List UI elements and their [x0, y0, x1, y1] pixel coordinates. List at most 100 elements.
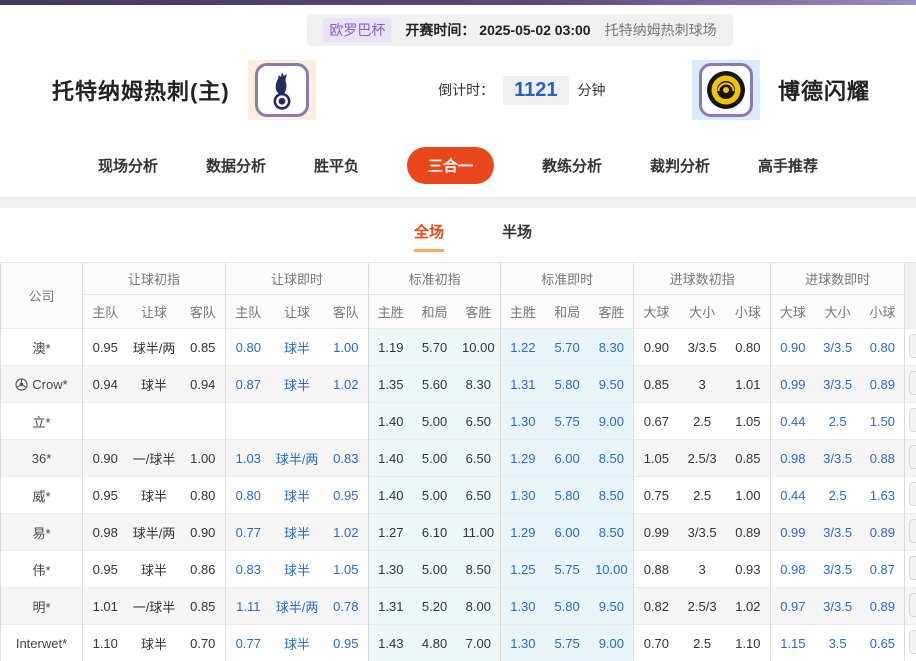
odds-cell-standard-live: 1.30	[501, 477, 545, 514]
cutoff-action-button[interactable]	[909, 408, 916, 432]
odds-row: Interwet*1.10球半0.700.77球半0.951.434.807.0…	[1, 625, 916, 661]
odds-cell-goals-initial: 1.00	[726, 477, 771, 514]
tab-three-in-one[interactable]: 三合一	[407, 147, 494, 184]
odds-row: 伟*0.95球半0.860.83球半1.051.305.008.501.255.…	[1, 551, 916, 588]
cutoff-action-cell[interactable]	[905, 329, 916, 366]
odds-cell-handicap-live: 1.03	[226, 440, 271, 477]
cutoff-action-cell[interactable]	[905, 551, 916, 588]
cutoff-action-cell[interactable]	[905, 514, 916, 551]
odds-cell-standard-live: 5.75	[545, 551, 590, 588]
odds-cell-goals-live: 0.88	[861, 440, 905, 477]
company-cell[interactable]: Interwet*	[1, 625, 83, 661]
odds-cell-goals-live: 2.5	[815, 403, 861, 440]
tab-data-analysis[interactable]: 数据分析	[206, 155, 266, 176]
subtab-half-time[interactable]: 半场	[502, 221, 532, 252]
odds-cell-goals-live: 3/3.5	[815, 440, 861, 477]
countdown: 倒计时： 1121 分钟	[438, 76, 605, 105]
odds-cell-handicap-initial: 0.95	[83, 477, 128, 514]
countdown-value: 1121	[503, 76, 568, 105]
cutoff-action-button[interactable]	[909, 445, 916, 469]
odds-cell-handicap-initial: 球半/两	[128, 329, 181, 366]
tab-win-draw-lose[interactable]: 胜平负	[314, 155, 359, 176]
subcol-header-goals-live-0: 大球	[771, 295, 815, 329]
odds-cell-standard-live: 10.00	[590, 551, 634, 588]
subcol-header-handicap-live-2: 客队	[324, 295, 369, 329]
company-cell[interactable]: 明*	[1, 588, 83, 625]
odds-cell-standard-live: 9.50	[590, 588, 634, 625]
odds-cell-handicap-live: 0.83	[324, 440, 369, 477]
odds-cell-standard-live: 1.30	[501, 588, 545, 625]
cutoff-action-cell[interactable]	[905, 477, 916, 514]
odds-cell-standard-initial: 6.50	[457, 403, 501, 440]
group-header-standard-initial: 标准初指	[369, 263, 501, 295]
cutoff-action-button[interactable]	[909, 482, 916, 506]
cutoff-action-cell[interactable]	[905, 366, 916, 403]
company-cell[interactable]: 易*	[1, 514, 83, 551]
odds-cell-standard-live: 8.50	[590, 477, 634, 514]
cutoff-action-button[interactable]	[909, 593, 916, 617]
cutoff-action-cell[interactable]	[905, 588, 916, 625]
odds-cell-goals-initial: 0.85	[726, 440, 771, 477]
odds-row: 36*0.90一/球半1.001.03球半/两0.831.405.006.501…	[1, 440, 916, 477]
away-team-name: 博德闪耀	[778, 74, 870, 106]
odds-cell-handicap-live: 0.80	[226, 477, 271, 514]
company-cell[interactable]: 立*	[1, 403, 83, 440]
subcol-header-standard-initial-0: 主胜	[369, 295, 413, 329]
odds-cell-standard-initial: 6.10	[413, 514, 457, 551]
odds-cell-handicap-initial: 0.85	[181, 588, 226, 625]
company-name: 明*	[32, 597, 50, 616]
cutoff-action-button[interactable]	[909, 371, 916, 395]
odds-cell-standard-initial: 7.00	[457, 625, 501, 661]
cutoff-action-button[interactable]	[909, 630, 916, 654]
match-info-pill: 欧罗巴杯 开赛时间： 2025-05-02 03:00 托特纳姆热刺球场	[307, 14, 732, 46]
odds-cell-goals-initial: 2.5	[679, 625, 726, 661]
odds-cell-handicap-live: 1.05	[324, 551, 369, 588]
subcol-header-standard-live-0: 主胜	[501, 295, 545, 329]
company-cell[interactable]: 36*	[1, 440, 83, 477]
odds-cell-handicap-initial	[128, 403, 181, 440]
odds-cell-standard-initial: 1.40	[369, 477, 413, 514]
odds-cell-standard-initial: 5.20	[413, 588, 457, 625]
tab-coach-analysis[interactable]: 教练分析	[542, 155, 602, 176]
odds-cell-goals-live: 0.90	[771, 329, 815, 366]
odds-cell-handicap-initial: 1.01	[83, 588, 128, 625]
odds-cell-handicap-initial: 球半	[128, 477, 181, 514]
odds-cell-standard-initial: 5.00	[413, 403, 457, 440]
cutoff-action-button[interactable]	[909, 556, 916, 580]
company-cell[interactable]: 威*	[1, 477, 83, 514]
odds-cell-handicap-initial: 0.98	[83, 514, 128, 551]
company-name: 立*	[32, 412, 50, 431]
odds-cell-goals-live: 3/3.5	[815, 366, 861, 403]
odds-cell-standard-live: 5.75	[545, 625, 590, 661]
odds-cell-handicap-initial: 0.86	[181, 551, 226, 588]
odds-cell-standard-initial: 1.35	[369, 366, 413, 403]
odds-cell-goals-live: 0.98	[771, 440, 815, 477]
cutoff-action-cell[interactable]	[905, 403, 916, 440]
odds-cell-goals-live: 0.97	[771, 588, 815, 625]
tottenham-cockerel-icon	[267, 69, 297, 111]
group-header-standard-live: 标准即时	[501, 263, 634, 295]
odds-row: 立*1.405.006.501.305.759.000.672.51.050.4…	[1, 403, 916, 440]
odds-cell-goals-initial: 0.93	[726, 551, 771, 588]
odds-cell-standard-live: 5.70	[545, 329, 590, 366]
odds-cell-handicap-live: 0.95	[324, 477, 369, 514]
company-cell[interactable]: 澳*	[1, 329, 83, 366]
odds-cell-goals-live: 0.89	[861, 514, 905, 551]
company-name: 伟*	[32, 560, 50, 579]
odds-cell-goals-live: 0.87	[861, 551, 905, 588]
odds-cell-goals-live: 1.50	[861, 403, 905, 440]
odds-cell-handicap-live: 1.11	[226, 588, 271, 625]
tab-expert-picks[interactable]: 高手推荐	[758, 155, 818, 176]
cutoff-action-button[interactable]	[909, 519, 916, 543]
odds-cell-handicap-live: 0.95	[324, 625, 369, 661]
tab-live-analysis[interactable]: 现场分析	[98, 155, 158, 176]
cutoff-action-button[interactable]	[909, 334, 916, 358]
tab-referee-analysis[interactable]: 裁判分析	[650, 155, 710, 176]
subtab-full-time[interactable]: 全场	[414, 221, 444, 252]
group-header-handicap-live: 让球即时	[226, 263, 369, 295]
cutoff-action-cell[interactable]	[905, 625, 916, 661]
cutoff-action-cell[interactable]	[905, 440, 916, 477]
company-cell[interactable]: 伟*	[1, 551, 83, 588]
company-cell[interactable]: Crow*	[1, 366, 83, 403]
odds-cell-goals-initial: 0.80	[726, 329, 771, 366]
